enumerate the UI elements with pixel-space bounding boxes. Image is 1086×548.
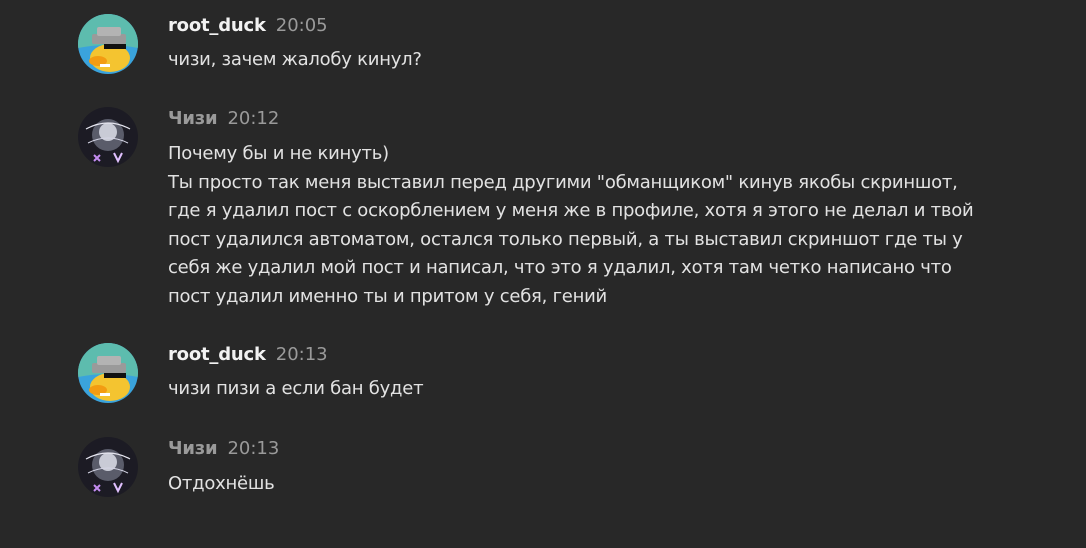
message-timestamp: 20:13 xyxy=(227,438,280,459)
message-text: Отдохнёшь xyxy=(168,470,998,499)
message-timestamp: 20:13 xyxy=(275,344,328,365)
dark-anime-avatar-icon[interactable] xyxy=(78,437,138,497)
message-timestamp: 20:05 xyxy=(275,15,328,36)
message-line: пост удалился автоматом, остался только … xyxy=(168,228,963,250)
message-text: чизи, зачем жалобу кинул? xyxy=(168,46,998,75)
message-line: Ты просто так меня выставил перед другим… xyxy=(168,171,958,193)
author-name[interactable]: root_duck xyxy=(168,344,266,365)
message-line: чизи пизи а если бан будет xyxy=(168,378,424,399)
duck-avatar-icon[interactable] xyxy=(78,343,138,403)
author-name[interactable]: Чизи xyxy=(168,108,218,129)
message-line: себя же удалил мой пост и написал, что э… xyxy=(168,257,952,279)
message-text: чизи пизи а если бан будет xyxy=(168,375,998,404)
message-line: Почему бы и не кинуть) xyxy=(168,143,389,164)
message-line: где я удалил пост с оскорблением у меня … xyxy=(168,200,974,222)
message-line: пост удалил именно ты и притом у себя, г… xyxy=(168,285,608,307)
chat-log: root_duck 20:05 чизи, зачем жалобу кинул?… xyxy=(0,0,1086,548)
dark-anime-avatar-icon[interactable] xyxy=(78,107,138,167)
duck-avatar-icon[interactable] xyxy=(78,14,138,74)
message-timestamp: 20:12 xyxy=(227,108,280,129)
message-line: чизи, зачем жалобу кинул? xyxy=(168,49,422,70)
message-line: Отдохнёшь xyxy=(168,473,275,494)
author-name[interactable]: root_duck xyxy=(168,15,266,36)
author-name[interactable]: Чизи xyxy=(168,438,218,459)
message-text: Почему бы и не кинуть) Ты просто так мен… xyxy=(168,140,998,312)
